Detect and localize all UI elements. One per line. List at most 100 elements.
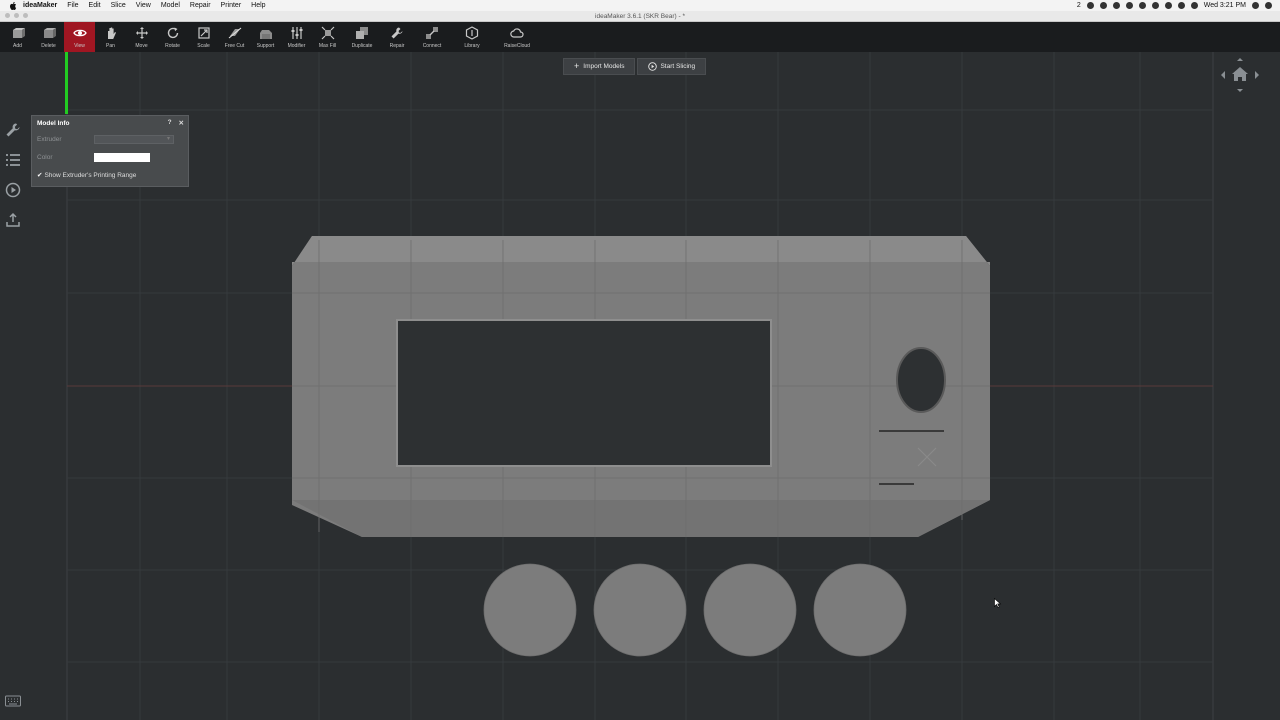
tool-delete[interactable]: Delete xyxy=(33,22,64,52)
view-down-icon[interactable] xyxy=(1237,89,1243,92)
view-navigation[interactable] xyxy=(1218,56,1262,94)
checkmark-icon: ✔ xyxy=(37,172,43,179)
tool-modifier[interactable]: Modifier xyxy=(281,22,312,52)
play-circle-small-icon xyxy=(648,62,658,71)
export-icon[interactable] xyxy=(5,212,21,228)
menu-edit[interactable]: Edit xyxy=(84,0,106,11)
tool-connect[interactable]: Connect xyxy=(413,22,451,52)
action-buttons: + Import Models Start Slicing xyxy=(563,58,707,75)
left-sidebar xyxy=(0,52,28,720)
tool-free-cut[interactable]: Free Cut xyxy=(219,22,250,52)
extruder-select[interactable] xyxy=(94,134,174,144)
model-info-header: Model Info ? ✕ xyxy=(32,116,188,130)
home-icon[interactable] xyxy=(1232,67,1248,81)
menu-view[interactable]: View xyxy=(131,0,156,11)
spotlight-icon[interactable] xyxy=(1252,2,1259,9)
cut-icon xyxy=(228,27,241,39)
menu-repair[interactable]: Repair xyxy=(185,0,216,11)
y-axis-indicator xyxy=(65,52,68,114)
model-info-title: Model Info xyxy=(37,119,70,127)
menubar-clock[interactable]: Wed 3:21 PM xyxy=(1204,2,1246,9)
cloud-icon xyxy=(510,28,524,38)
modifier-icon xyxy=(291,27,302,39)
play-circle-icon[interactable] xyxy=(5,182,21,198)
help-icon[interactable]: ? xyxy=(168,119,172,127)
tool-library[interactable]: Library xyxy=(451,22,493,52)
minimize-window-icon[interactable] xyxy=(14,13,19,18)
knob-hole xyxy=(896,347,946,413)
start-slicing-button[interactable]: Start Slicing xyxy=(637,58,707,75)
menu-model[interactable]: Model xyxy=(156,0,185,11)
control-center-icon[interactable] xyxy=(1265,2,1272,9)
tool-raisecloud-label: RaiseCloud xyxy=(504,43,530,49)
tool-repair[interactable]: Repair xyxy=(381,22,413,52)
list-icon[interactable] xyxy=(5,152,21,168)
enclosure-model[interactable] xyxy=(292,236,990,537)
tool-raisecloud[interactable]: RaiseCloud xyxy=(493,22,541,52)
menu-file[interactable]: File xyxy=(62,0,83,11)
menu-app-name[interactable]: ideaMaker xyxy=(18,0,62,11)
view-right-icon[interactable] xyxy=(1255,71,1259,79)
model-info-panel: Model Info ? ✕ Extruder Color ✔ Show Ext… xyxy=(31,115,189,187)
apple-menu-icon[interactable] xyxy=(8,1,18,10)
record-icon[interactable] xyxy=(1086,2,1094,9)
plus-icon: + xyxy=(574,61,580,71)
add-icon xyxy=(12,28,25,38)
tool-max-fill[interactable]: Max Fill xyxy=(312,22,343,52)
mouse-cursor-icon xyxy=(994,598,1002,608)
import-models-button[interactable]: + Import Models xyxy=(563,58,636,75)
zoom-window-icon[interactable] xyxy=(23,13,28,18)
display-icon[interactable] xyxy=(1151,2,1159,9)
round-part-3[interactable] xyxy=(703,563,797,657)
main-toolbar: Add Delete View Pan Move Rotate Scale Fr… xyxy=(0,22,1280,52)
menu-help[interactable]: Help xyxy=(246,0,270,11)
round-part-2[interactable] xyxy=(593,563,687,657)
sync-icon[interactable] xyxy=(1138,2,1146,9)
window-title: ideaMaker 3.6.1 (SKR Bear) - * xyxy=(595,13,685,20)
wrench-icon[interactable] xyxy=(5,122,21,138)
notification-badge[interactable]: 2 xyxy=(1077,2,1081,9)
color-swatch[interactable] xyxy=(94,152,150,162)
close-icon[interactable]: ✕ xyxy=(179,119,184,127)
tool-view[interactable]: View xyxy=(64,22,95,52)
import-models-label: Import Models xyxy=(583,63,625,70)
macos-menubar: ideaMaker File Edit Slice View Model Rep… xyxy=(0,0,1280,11)
tool-repair-label: Repair xyxy=(389,43,405,49)
tool-connect-label: Connect xyxy=(422,43,442,49)
view-left-icon[interactable] xyxy=(1221,71,1225,79)
keyboard-icon[interactable] xyxy=(5,695,21,707)
round-part-4[interactable] xyxy=(813,563,907,657)
move-icon xyxy=(135,27,148,39)
color-row: Color xyxy=(32,148,188,166)
round-parts xyxy=(483,563,907,657)
drop-icon[interactable] xyxy=(1112,2,1120,9)
tool-add-label: Add xyxy=(13,43,22,49)
gear-icon[interactable] xyxy=(1125,2,1133,9)
tool-max-fill-label: Max Fill xyxy=(318,43,337,49)
tool-move[interactable]: Move xyxy=(126,22,157,52)
window-controls xyxy=(5,13,28,18)
tool-delete-label: Delete xyxy=(41,43,56,49)
wifi-icon[interactable] xyxy=(1164,2,1172,9)
3d-viewport[interactable] xyxy=(0,52,1280,720)
volume-icon[interactable] xyxy=(1177,2,1185,9)
tool-rotate[interactable]: Rotate xyxy=(157,22,188,52)
library-icon xyxy=(465,26,479,40)
close-window-icon[interactable] xyxy=(5,13,10,18)
battery-icon[interactable] xyxy=(1190,2,1198,9)
tool-scale[interactable]: Scale xyxy=(188,22,219,52)
screen-cutout xyxy=(396,319,772,467)
support-icon xyxy=(259,30,272,39)
view-up-icon[interactable] xyxy=(1237,58,1243,61)
connect-icon xyxy=(426,27,438,39)
camera-icon[interactable] xyxy=(1099,2,1107,9)
menu-printer[interactable]: Printer xyxy=(216,0,247,11)
show-range-checkbox[interactable]: ✔ Show Extruder's Printing Range xyxy=(32,166,188,184)
tool-add[interactable]: Add xyxy=(2,22,33,52)
tool-duplicate[interactable]: Duplicate xyxy=(343,22,381,52)
round-part-1[interactable] xyxy=(483,563,577,657)
tool-pan[interactable]: Pan xyxy=(95,22,126,52)
menu-slice[interactable]: Slice xyxy=(106,0,131,11)
delete-icon xyxy=(43,28,56,38)
tool-support[interactable]: Support xyxy=(250,22,281,52)
